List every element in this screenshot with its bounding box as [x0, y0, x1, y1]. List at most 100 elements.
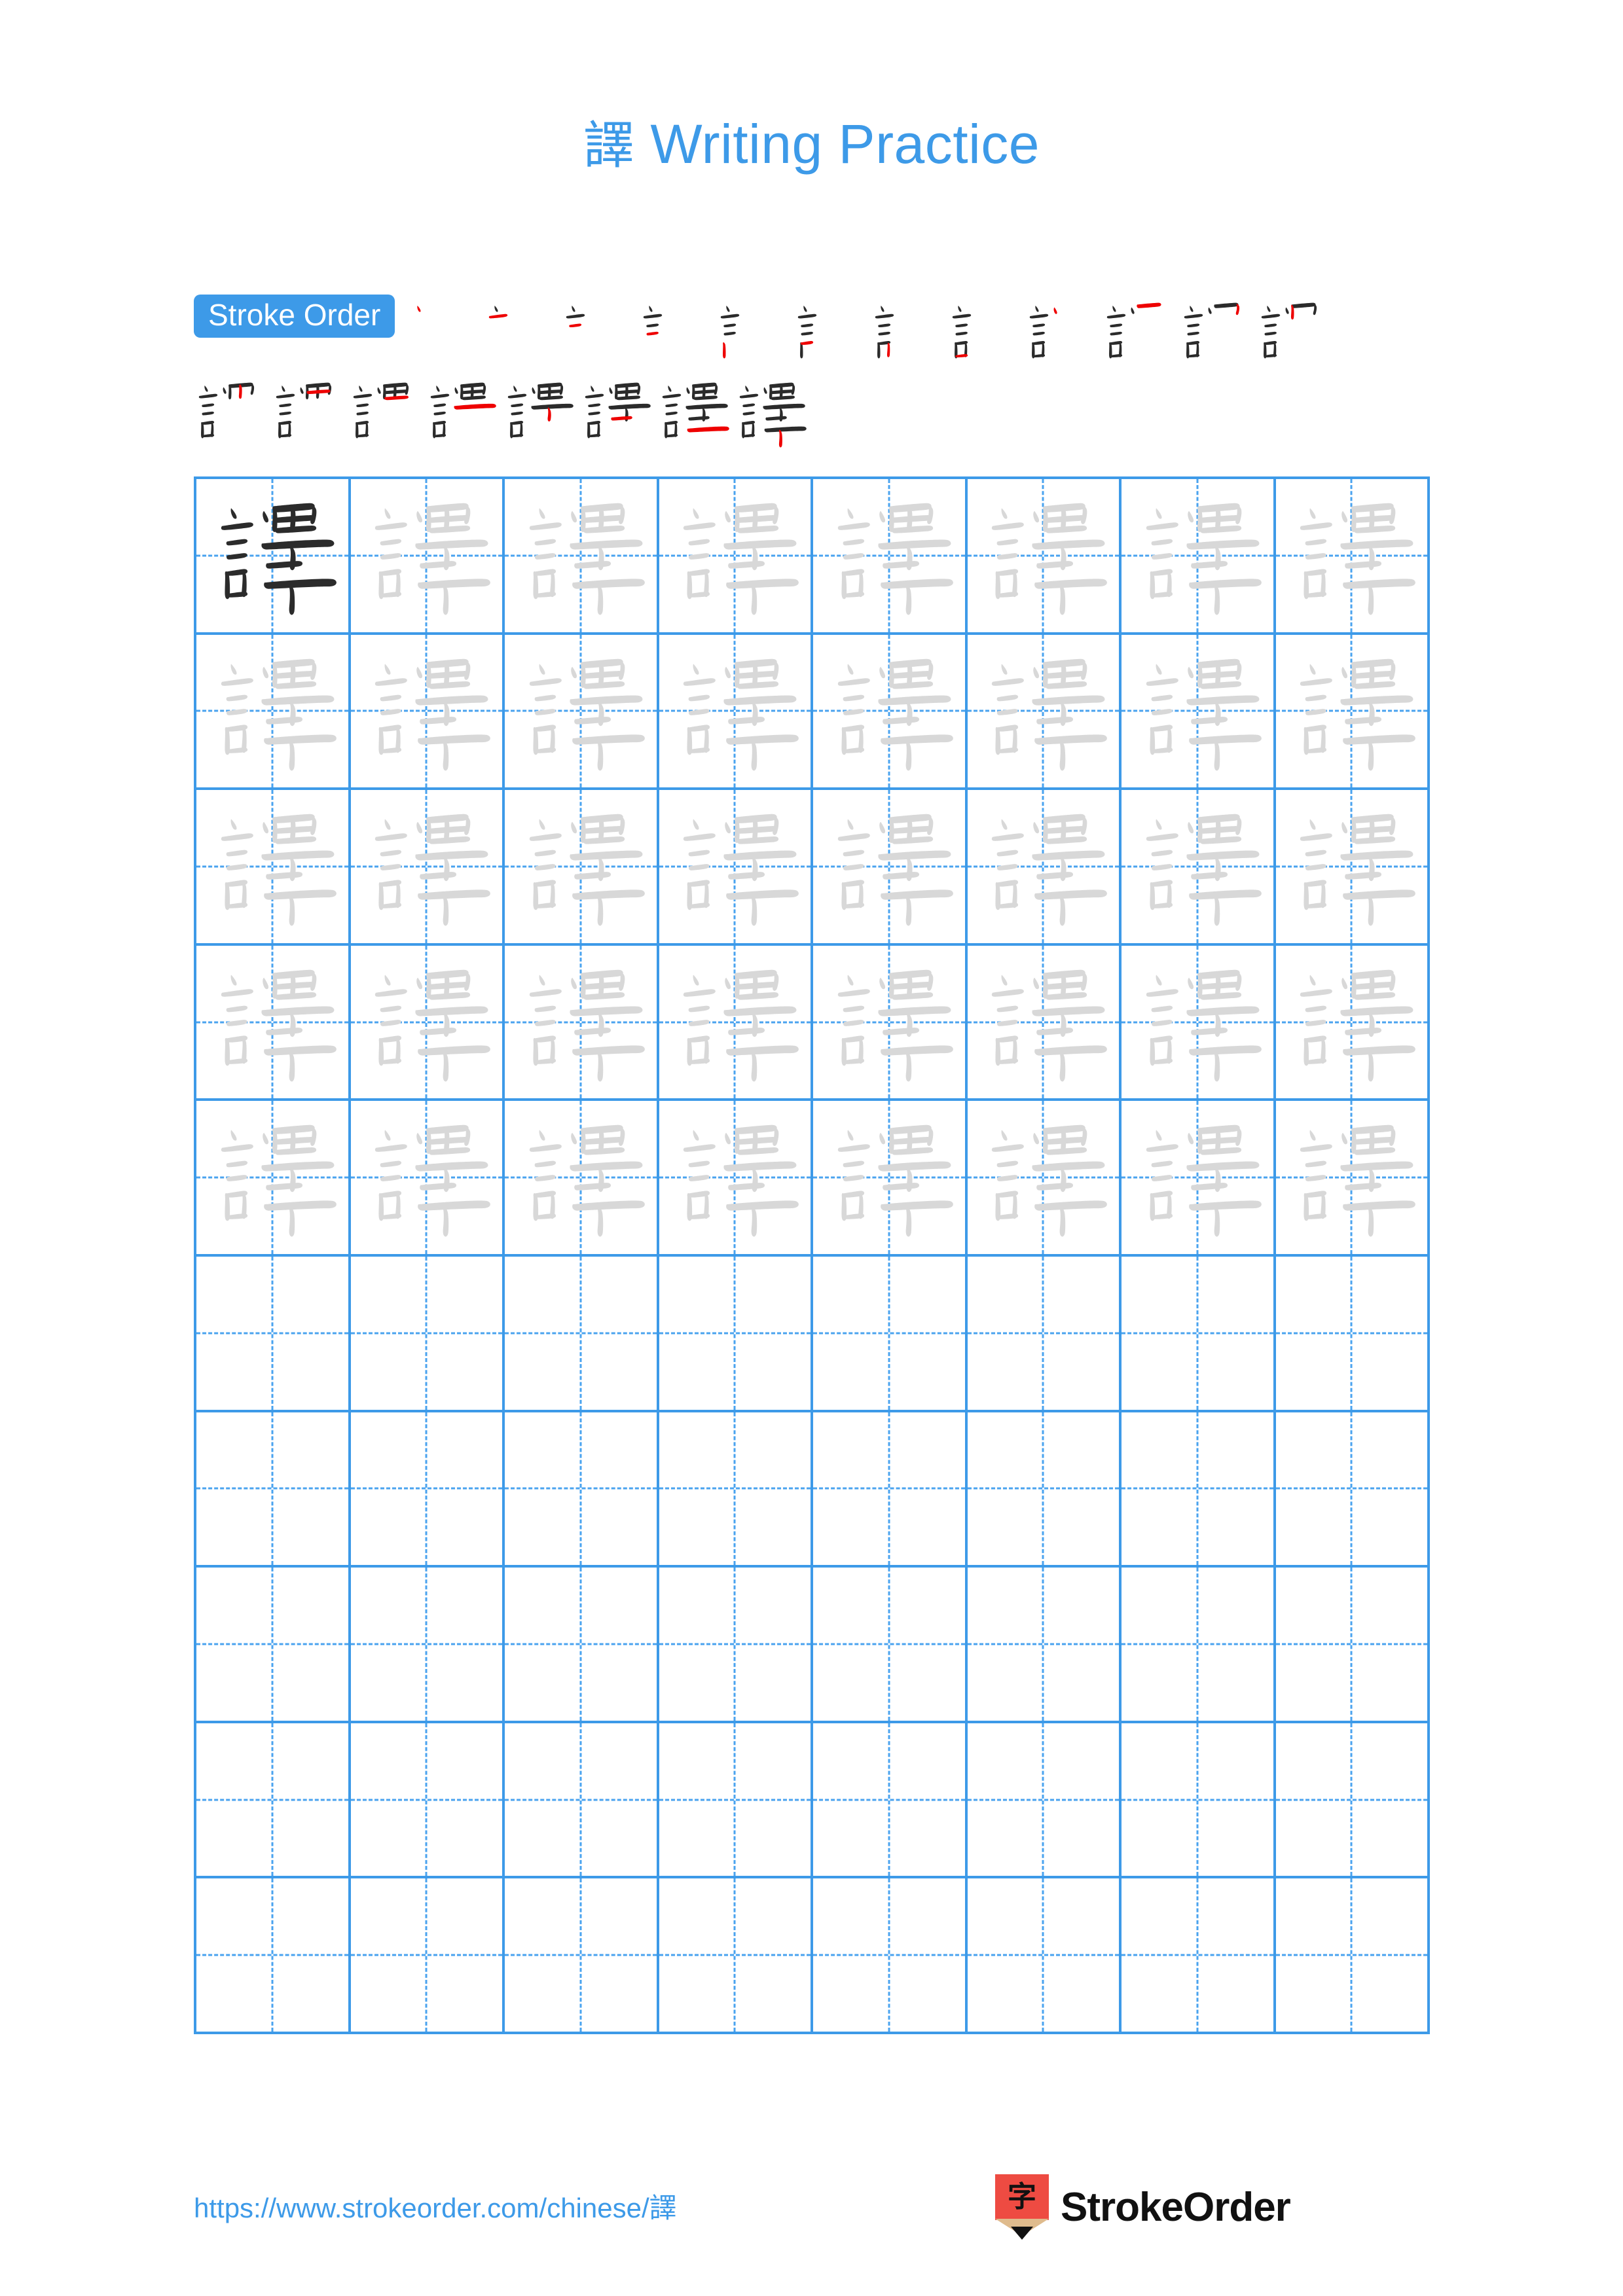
practice-cell-r3-c5[interactable]	[813, 790, 968, 946]
practice-cell-r6-c5[interactable]	[813, 1257, 968, 1412]
practice-cell-r10-c4[interactable]	[659, 1878, 813, 2034]
practice-cell-r1-c1[interactable]	[196, 479, 351, 635]
practice-cell-r5-c3[interactable]	[505, 1101, 659, 1257]
practice-cell-r4-c7[interactable]	[1122, 945, 1276, 1102]
practice-cell-r5-c7[interactable]	[1122, 1101, 1276, 1257]
practice-cell-r9-c3[interactable]	[505, 1723, 659, 1879]
practice-cell-r8-c7[interactable]	[1122, 1568, 1276, 1723]
cell-horizontal-guide	[1122, 1799, 1273, 1801]
trace-character	[813, 790, 965, 943]
stroke-step-13	[190, 374, 267, 452]
practice-cell-r5-c5[interactable]	[813, 1101, 968, 1257]
practice-cell-r4-c3[interactable]	[505, 945, 659, 1102]
stroke-step-5	[712, 295, 789, 372]
practice-cell-r5-c8[interactable]	[1275, 1101, 1430, 1257]
practice-cell-r4-c2[interactable]	[350, 945, 505, 1102]
practice-cell-r9-c1[interactable]	[196, 1723, 351, 1879]
practice-cell-r7-c5[interactable]	[813, 1412, 968, 1568]
practice-cell-r3-c8[interactable]	[1275, 790, 1430, 946]
practice-cell-r3-c1[interactable]	[196, 790, 351, 946]
practice-cell-r2-c2[interactable]	[350, 634, 505, 791]
practice-cell-r8-c4[interactable]	[659, 1568, 813, 1723]
practice-cell-r7-c2[interactable]	[350, 1412, 505, 1568]
cell-horizontal-guide	[505, 1954, 657, 1956]
practice-cell-r8-c3[interactable]	[505, 1568, 659, 1723]
practice-cell-r2-c7[interactable]	[1122, 634, 1276, 791]
practice-cell-r7-c4[interactable]	[659, 1412, 813, 1568]
practice-cell-r8-c6[interactable]	[967, 1568, 1122, 1723]
practice-cell-r2-c3[interactable]	[505, 634, 659, 791]
practice-cell-r1-c3[interactable]	[505, 479, 659, 635]
practice-cell-r10-c5[interactable]	[813, 1878, 968, 2034]
cell-horizontal-guide	[813, 1487, 965, 1490]
practice-cell-r5-c1[interactable]	[196, 1101, 351, 1257]
practice-cell-r10-c6[interactable]	[967, 1878, 1122, 2034]
practice-cell-r8-c2[interactable]	[350, 1568, 505, 1723]
practice-grid[interactable]	[194, 476, 1430, 2034]
practice-cell-r9-c6[interactable]	[967, 1723, 1122, 1879]
practice-cell-r6-c4[interactable]	[659, 1257, 813, 1412]
stroke-step-17	[499, 374, 576, 452]
practice-cell-r2-c4[interactable]	[659, 634, 813, 791]
practice-cell-r5-c2[interactable]	[350, 1101, 505, 1257]
practice-cell-r1-c2[interactable]	[350, 479, 505, 635]
practice-cell-r1-c7[interactable]	[1122, 479, 1276, 635]
practice-cell-r1-c5[interactable]	[813, 479, 968, 635]
practice-cell-r4-c5[interactable]	[813, 945, 968, 1102]
practice-cell-r3-c2[interactable]	[350, 790, 505, 946]
practice-cell-r2-c6[interactable]	[967, 634, 1122, 791]
practice-cell-r7-c8[interactable]	[1275, 1412, 1430, 1568]
practice-cell-r2-c8[interactable]	[1275, 634, 1430, 791]
practice-cell-r9-c8[interactable]	[1275, 1723, 1430, 1879]
practice-cell-r2-c1[interactable]	[196, 634, 351, 791]
practice-cell-r3-c3[interactable]	[505, 790, 659, 946]
practice-cell-r6-c3[interactable]	[505, 1257, 659, 1412]
practice-cell-r10-c8[interactable]	[1275, 1878, 1430, 2034]
practice-cell-r10-c2[interactable]	[350, 1878, 505, 2034]
practice-cell-r6-c2[interactable]	[350, 1257, 505, 1412]
practice-cell-r1-c6[interactable]	[967, 479, 1122, 635]
stroke-step-2	[480, 295, 557, 372]
practice-cell-r10-c3[interactable]	[505, 1878, 659, 2034]
practice-cell-r1-c8[interactable]	[1275, 479, 1430, 635]
practice-cell-r8-c5[interactable]	[813, 1568, 968, 1723]
practice-cell-r4-c1[interactable]	[196, 945, 351, 1102]
practice-cell-r1-c4[interactable]	[659, 479, 813, 635]
practice-cell-r9-c5[interactable]	[813, 1723, 968, 1879]
practice-cell-r4-c8[interactable]	[1275, 945, 1430, 1102]
practice-cell-r7-c1[interactable]	[196, 1412, 351, 1568]
practice-cell-r6-c6[interactable]	[967, 1257, 1122, 1412]
practice-cell-r7-c3[interactable]	[505, 1412, 659, 1568]
cell-horizontal-guide	[196, 1954, 348, 1956]
practice-cell-r8-c8[interactable]	[1275, 1568, 1430, 1723]
practice-cell-r6-c8[interactable]	[1275, 1257, 1430, 1412]
practice-cell-r4-c6[interactable]	[967, 945, 1122, 1102]
practice-cell-r9-c2[interactable]	[350, 1723, 505, 1879]
practice-cell-r3-c6[interactable]	[967, 790, 1122, 946]
practice-cell-r9-c4[interactable]	[659, 1723, 813, 1879]
cell-horizontal-guide	[967, 1332, 1119, 1335]
practice-cell-r3-c4[interactable]	[659, 790, 813, 946]
practice-cell-r5-c6[interactable]	[967, 1101, 1122, 1257]
worksheet-page: 譯 Writing Practice Stroke Order https://…	[0, 0, 1623, 2296]
practice-cell-r5-c4[interactable]	[659, 1101, 813, 1257]
practice-cell-r4-c4[interactable]	[659, 945, 813, 1102]
cell-horizontal-guide	[1122, 1487, 1273, 1490]
practice-cell-r10-c1[interactable]	[196, 1878, 351, 2034]
practice-cell-r10-c7[interactable]	[1122, 1878, 1276, 2034]
source-url[interactable]: https://www.strokeorder.com/chinese/譯	[194, 2186, 677, 2226]
practice-cell-r6-c1[interactable]	[196, 1257, 351, 1412]
practice-cell-r8-c1[interactable]	[196, 1568, 351, 1723]
practice-cell-r3-c7[interactable]	[1122, 790, 1276, 946]
stroke-order-row-2	[190, 374, 1431, 452]
practice-cell-r7-c6[interactable]	[967, 1412, 1122, 1568]
practice-cell-r6-c7[interactable]	[1122, 1257, 1276, 1412]
trace-character	[196, 635, 348, 788]
practice-cell-r7-c7[interactable]	[1122, 1412, 1276, 1568]
cell-horizontal-guide	[196, 1332, 348, 1335]
cell-horizontal-guide	[196, 1643, 348, 1645]
trace-character	[505, 635, 657, 788]
practice-cell-r2-c5[interactable]	[813, 634, 968, 791]
practice-cell-r9-c7[interactable]	[1122, 1723, 1276, 1879]
strokeorder-logo[interactable]: 字 StrokeOrder	[995, 2174, 1291, 2240]
